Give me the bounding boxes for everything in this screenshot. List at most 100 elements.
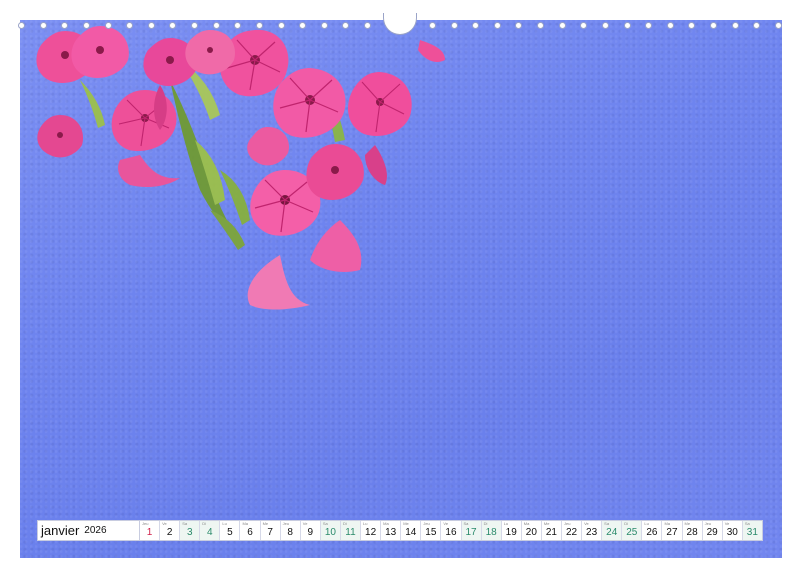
day-number: 10 [324,527,336,538]
binding-hole [61,21,69,29]
binding-hole [255,21,263,29]
day-cell: Jeu 22 [561,521,583,540]
day-number: 4 [207,527,213,538]
binding-hole [688,21,696,29]
binding-hole [666,21,674,29]
day-cell: Lu 19 [501,521,522,540]
petunia-photo [20,20,782,558]
binding-hole [320,21,328,29]
day-number: 15 [425,527,437,538]
binding-hole [580,21,588,29]
day-number: 28 [686,527,698,538]
day-number: 24 [606,527,618,538]
day-number: 18 [485,527,497,538]
binding-hole [493,21,501,29]
binding-hole [645,21,653,29]
day-number: 5 [227,527,233,538]
day-abbr: Ve [443,521,449,526]
month-year: 2026 [84,525,107,536]
day-number: 9 [307,527,314,538]
day-cell: Me 7 [260,521,281,540]
binding-hole [212,21,220,29]
binding-hole [558,21,566,29]
day-number: 2 [166,527,173,538]
binding-hole [104,21,112,29]
day-abbr: Jeu [704,521,712,526]
petunia-blooms [36,26,445,310]
day-cell: Me 28 [682,521,703,540]
day-abbr: Ma [523,521,530,526]
day-abbr: Jeu [423,521,430,526]
day-cell: Lu 12 [361,521,382,540]
day-abbr: Ve [724,521,730,526]
day-number: 23 [586,527,598,538]
binding-hole [169,21,177,29]
day-abbr: Di [342,521,347,526]
day-abbr: Lu [363,521,368,526]
day-number: 6 [247,527,253,538]
day-cell: Ve 16 [441,521,462,540]
day-number: 3 [186,527,193,538]
day-number: 16 [445,527,457,538]
binding-hole [537,21,544,29]
day-cell: Di 11 [340,521,362,540]
binding-hole [147,21,155,29]
day-number: 30 [726,527,738,538]
day-cell: Lu 5 [220,521,241,540]
day-abbr: Jeu [563,521,571,526]
day-number: 20 [525,527,537,538]
day-abbr: Jeu [282,521,290,526]
day-abbr: Me [543,521,550,526]
day-cell: Di 4 [200,521,221,540]
day-number: 22 [565,527,578,538]
binding-hole [39,21,47,29]
calendar-strip: janvier 2026 Jeu 1 Ve 2 Sa 3 Di 4 Lu 5 Ma 6 Me 7 Jeu 8 V… [37,520,763,541]
day-cell: Sa 3 [180,521,201,540]
day-abbr: Ve [584,521,589,526]
binding-hole [710,21,717,29]
day-number: 1 [146,527,153,538]
day-cell: Sa 31 [742,521,762,540]
day-number: 25 [626,527,638,538]
day-abbr: Di [624,521,629,526]
day-number: 26 [646,527,658,538]
day-abbr: Lu [503,521,509,526]
day-number: 12 [365,527,377,538]
day-abbr: Ma [664,521,670,526]
day-cell: Jeu 1 [140,521,161,540]
day-cell: Ve 9 [300,521,321,540]
binding-hole [774,21,782,29]
day-cell: Jeu 29 [702,521,723,540]
day-cell: Jeu 15 [421,521,442,540]
day-number: 31 [746,527,758,538]
day-abbr: Sa [744,521,750,526]
day-abbr: Ma [383,521,389,526]
day-cell: Di 25 [622,521,643,540]
day-cell: Lu 26 [642,521,663,540]
binding-hole [299,21,307,29]
day-number: 7 [267,527,273,538]
day-abbr: Sa [463,521,469,526]
day-abbr: Jeu [142,521,149,526]
day-number: 21 [545,527,557,538]
day-number: 11 [345,527,356,538]
day-cell: Ma 20 [521,521,542,540]
binding-hole [450,21,458,29]
day-abbr: Di [202,521,207,526]
day-abbr: Lu [644,521,649,526]
day-cell: Di 18 [481,521,502,540]
day-cell: Ma 6 [240,521,261,540]
day-abbr: Di [483,521,488,526]
month-label-box: janvier 2026 [38,521,140,540]
day-cell: Ve 23 [582,521,603,540]
day-number: 13 [385,527,397,538]
binding-hole [731,21,739,29]
binding-hole [277,21,285,29]
binding-hole [191,21,198,29]
day-cell: Sa 10 [320,521,341,540]
binding-hole [82,21,90,29]
day-cell: Sa 24 [602,521,623,540]
day-abbr: Me [262,521,269,526]
day-number: 14 [405,527,417,538]
day-number: 17 [465,527,477,538]
